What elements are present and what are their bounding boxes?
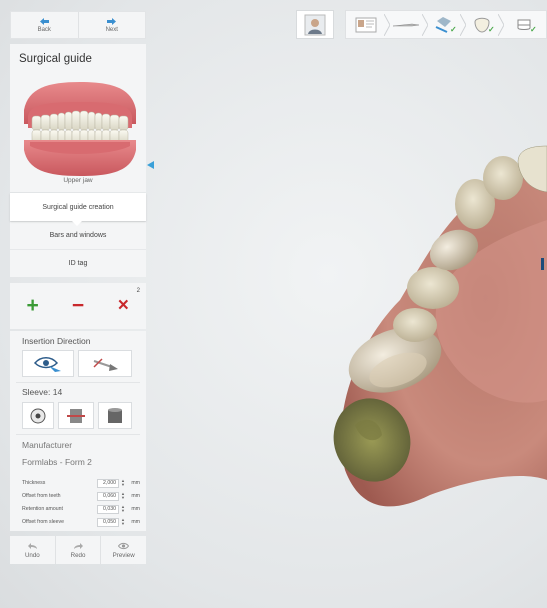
jaw-caption: Upper jaw [63, 177, 93, 184]
delete-icon: × [117, 295, 129, 316]
settings-panel: Insertion Direction Sleeve: 14 Manufactu… [10, 331, 146, 531]
field-retention-amount: Retention amount 0,030 ▲ ▼ mm [22, 503, 140, 515]
next-button[interactable]: Next [77, 12, 146, 38]
divider [16, 434, 140, 435]
field-label: Thickness [22, 480, 46, 486]
sleeve-top-icon [30, 408, 46, 423]
workflow-step-order[interactable] [348, 11, 384, 38]
delete-count-badge: 2 [136, 288, 140, 294]
preview-label: Preview [112, 551, 135, 559]
field-thickness: Thickness 2,000 ▲ ▼ mm [22, 477, 140, 489]
workflow-step-surgical-guide[interactable]: ✓ [506, 11, 542, 38]
sleeve-label: Sleeve: 14 [22, 387, 63, 397]
field-label: Offset from teeth [22, 493, 61, 499]
sleeve-view-button[interactable] [22, 402, 54, 429]
field-label: Offset from sleeve [22, 519, 64, 525]
field-offset-from-sleeve: Offset from sleeve 0,050 ▲ ▼ mm [22, 516, 140, 528]
sleeve-shape-button[interactable] [98, 402, 132, 429]
workflow-bar: ✓ ✓ ✓ [345, 10, 547, 39]
selection-marker-icon [147, 161, 154, 169]
scanner-icon [392, 23, 420, 26]
undo-icon [27, 542, 37, 549]
redo-button[interactable]: Redo [54, 536, 101, 564]
field-offset-from-teeth: Offset from teeth 0,060 ▲ ▼ mm [22, 490, 140, 502]
delete-button[interactable]: × 2 [101, 283, 146, 329]
manufacturer-value[interactable]: Formlabs - Form 2 [10, 457, 92, 467]
workflow-step-scan[interactable] [390, 11, 422, 38]
arrow-right-icon [107, 17, 117, 25]
eye-icon [118, 542, 130, 549]
offset-sleeve-input[interactable]: 0,050 [97, 517, 119, 527]
back-label: Back [37, 26, 51, 33]
add-button[interactable]: + [10, 283, 55, 329]
workflow-step-implant-planning[interactable]: ✓ [428, 11, 460, 38]
insertion-view-button[interactable] [22, 350, 74, 377]
undo-label: Undo [24, 551, 40, 559]
action-toolbar: + − × 2 [10, 283, 146, 329]
insertion-direction-button[interactable] [78, 350, 132, 377]
insertion-direction-label: Insertion Direction [22, 336, 91, 346]
patient-avatar-icon [304, 14, 326, 35]
check-icon: ✓ [488, 25, 495, 34]
remove-button[interactable]: − [55, 283, 100, 329]
unit-label: mm [131, 493, 140, 499]
thickness-input[interactable]: 2,000 [97, 478, 119, 488]
field-label: Retention amount [22, 506, 63, 512]
arrow-left-icon [39, 17, 49, 25]
check-icon: ✓ [450, 25, 457, 34]
offset-teeth-input[interactable]: 0,060 [97, 491, 119, 501]
step-list: Surgical guide creation Bars and windows… [10, 193, 146, 277]
order-card-icon [355, 17, 377, 32]
jaw-thumbnail[interactable] [18, 80, 142, 180]
unit-label: mm [131, 519, 140, 525]
unit-label: mm [131, 480, 140, 486]
direction-arrow-icon [93, 357, 118, 371]
navigation-bar: Back Next [10, 11, 146, 39]
eye-arrow-icon [33, 356, 61, 372]
redo-label: Redo [70, 551, 86, 559]
surgical-guide-card: Surgical guide Upper jaw [10, 44, 154, 192]
chevron-right-icon [498, 14, 504, 36]
sleeve-placement-button[interactable] [58, 402, 94, 429]
step-surgical-guide-creation[interactable]: Surgical guide creation [10, 193, 146, 226]
workflow-step-prosthetics[interactable]: ✓ [466, 11, 498, 38]
manufacturer-label: Manufacturer [22, 440, 73, 450]
sleeve-side-icon [67, 408, 85, 423]
retention-input[interactable]: 0,030 [97, 504, 119, 514]
undo-button[interactable]: Undo [10, 536, 55, 564]
workflow-step-patient[interactable] [296, 10, 334, 39]
step-id-tag[interactable]: ID tag [10, 249, 146, 277]
back-button[interactable]: Back [11, 12, 78, 38]
history-bar: Undo Redo Preview [10, 536, 146, 564]
check-icon: ✓ [530, 25, 537, 34]
preview-button[interactable]: Preview [100, 536, 146, 564]
cylinder-icon [108, 407, 122, 423]
redo-icon [73, 542, 83, 549]
divider [16, 382, 140, 383]
unit-label: mm [131, 506, 140, 512]
next-label: Next [105, 26, 118, 33]
jaw-scan-3d-view[interactable] [320, 140, 547, 520]
page-title: Surgical guide [19, 53, 92, 65]
